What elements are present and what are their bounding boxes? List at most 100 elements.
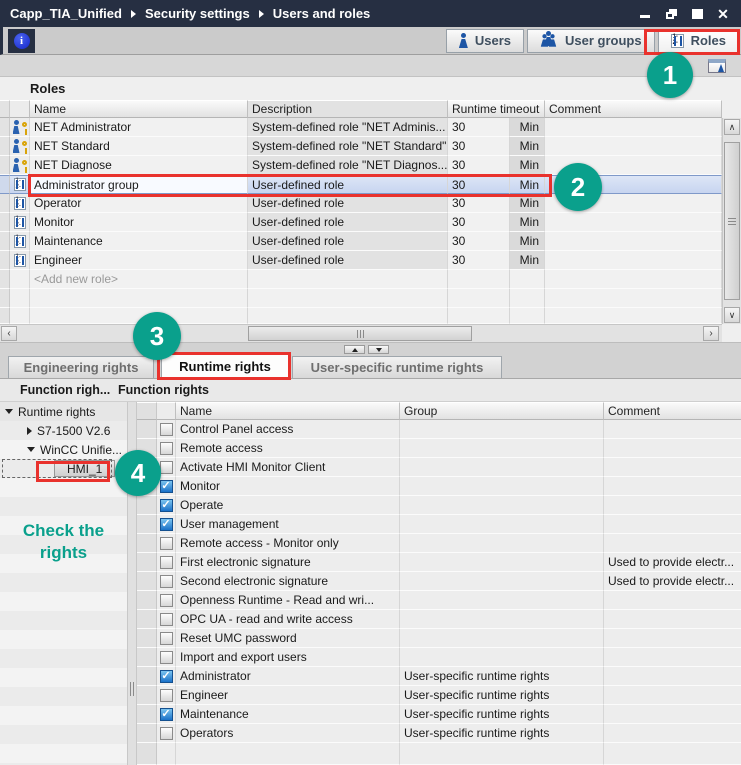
right-name-cell[interactable]: Activate HMI Monitor Client — [176, 458, 400, 477]
tab-user-specific-runtime-rights[interactable]: User-specific runtime rights — [292, 356, 502, 378]
close-button[interactable]: ✕ — [715, 7, 731, 21]
right-checkbox[interactable] — [160, 594, 173, 607]
right-checkbox[interactable] — [160, 575, 173, 588]
right-checkbox[interactable] — [160, 651, 173, 664]
right-name-cell[interactable]: First electronic signature — [176, 553, 400, 572]
column-header-runtime-timeout[interactable]: Runtime timeout — [448, 100, 545, 118]
right-checkbox[interactable] — [160, 632, 173, 645]
function-right-row[interactable]: OPC UA - read and write access — [137, 610, 741, 629]
row-gutter[interactable] — [137, 648, 157, 667]
row-gutter[interactable] — [0, 232, 10, 251]
right-name-cell[interactable]: Remote access - Monitor only — [176, 534, 400, 553]
right-name-cell[interactable]: Maintenance — [176, 705, 400, 724]
row-gutter[interactable] — [137, 667, 157, 686]
function-right-row[interactable]: Operate — [137, 496, 741, 515]
row-gutter[interactable] — [0, 194, 10, 213]
runtime-timeout-value-cell[interactable]: 30 — [448, 232, 510, 251]
role-table-row[interactable]: Operator User-defined role 30 Min — [0, 194, 722, 213]
function-right-row[interactable]: Reset UMC password — [137, 629, 741, 648]
horizontal-scroll-thumb[interactable] — [248, 326, 472, 341]
runtime-timeout-value-cell[interactable]: 30 — [448, 118, 510, 137]
role-name-cell[interactable]: NET Diagnose — [30, 156, 248, 175]
function-right-row[interactable]: Second electronic signature Used to prov… — [137, 572, 741, 591]
breadcrumb-project[interactable]: Capp_TIA_Unified — [10, 6, 122, 21]
maximize-button[interactable] — [689, 7, 705, 21]
scroll-right-button[interactable]: › — [703, 326, 719, 341]
right-name-cell[interactable]: Control Panel access — [176, 420, 400, 439]
role-description-cell[interactable]: User-defined role — [248, 232, 448, 251]
row-gutter[interactable] — [0, 137, 10, 156]
info-button[interactable]: i — [8, 29, 35, 53]
role-table-row[interactable]: Monitor User-defined role 30 Min — [0, 213, 722, 232]
horizontal-splitter[interactable] — [0, 342, 741, 355]
function-right-row[interactable]: Operators User-specific runtime rights — [137, 724, 741, 743]
role-name-cell[interactable]: Administrator group — [30, 175, 248, 194]
runtime-timeout-unit-cell[interactable]: Min — [510, 251, 545, 270]
scroll-up-button[interactable]: ∧ — [724, 119, 740, 135]
role-name-cell[interactable]: Operator — [30, 194, 248, 213]
tree-item[interactable]: S7-1500 V2.6 — [0, 421, 127, 440]
right-checkbox[interactable] — [160, 518, 173, 531]
tab-engineering-rights[interactable]: Engineering rights — [8, 356, 154, 378]
tree-expander-icon[interactable] — [27, 447, 35, 452]
runtime-timeout-unit-cell[interactable]: Min — [510, 194, 545, 213]
role-table-row[interactable]: NET Standard System-defined role "NET St… — [0, 137, 722, 156]
right-checkbox[interactable] — [160, 670, 173, 683]
right-checkbox[interactable] — [160, 556, 173, 569]
splitter-collapse-down-button[interactable] — [368, 345, 389, 354]
right-checkbox[interactable] — [160, 442, 173, 455]
right-checkbox[interactable] — [160, 708, 173, 721]
function-right-row[interactable]: Maintenance User-specific runtime rights — [137, 705, 741, 724]
right-checkbox[interactable] — [160, 499, 173, 512]
right-checkbox[interactable] — [160, 689, 173, 702]
right-name-cell[interactable]: Engineer — [176, 686, 400, 705]
right-name-cell[interactable]: Openness Runtime - Read and wri... — [176, 591, 400, 610]
right-name-cell[interactable]: Remote access — [176, 439, 400, 458]
runtime-timeout-value-cell[interactable]: 30 — [448, 213, 510, 232]
runtime-timeout-unit-cell[interactable]: Min — [510, 118, 545, 137]
right-checkbox[interactable] — [160, 613, 173, 626]
right-checkbox[interactable] — [160, 480, 173, 493]
row-gutter[interactable] — [0, 251, 10, 270]
runtime-timeout-unit-cell[interactable]: Min — [510, 213, 545, 232]
minimize-button[interactable] — [637, 7, 653, 21]
runtime-timeout-value-cell[interactable]: 30 — [448, 175, 510, 194]
runtime-timeout-unit-cell[interactable]: Min — [510, 156, 545, 175]
runtime-timeout-unit-cell[interactable]: Min — [510, 232, 545, 251]
row-gutter[interactable] — [137, 515, 157, 534]
right-name-cell[interactable]: Import and export users — [176, 648, 400, 667]
function-right-row[interactable]: Control Panel access — [137, 420, 741, 439]
role-name-cell[interactable]: Engineer — [30, 251, 248, 270]
runtime-timeout-value-cell[interactable]: 30 — [448, 194, 510, 213]
role-comment-cell[interactable] — [545, 232, 722, 251]
tab-runtime-rights[interactable]: Runtime rights — [161, 354, 289, 378]
role-description-cell[interactable]: System-defined role "NET Diagnos... — [248, 156, 448, 175]
right-name-cell[interactable]: Second electronic signature — [176, 572, 400, 591]
role-table-row[interactable]: NET Diagnose System-defined role "NET Di… — [0, 156, 722, 175]
column-header-comment[interactable]: Comment — [604, 402, 741, 420]
role-name-cell[interactable]: NET Administrator — [30, 118, 248, 137]
restore-button[interactable] — [663, 7, 679, 21]
function-right-row[interactable]: Activate HMI Monitor Client — [137, 458, 741, 477]
right-checkbox[interactable] — [160, 727, 173, 740]
scroll-down-button[interactable]: ∨ — [724, 307, 740, 323]
splitter-collapse-up-button[interactable] — [344, 345, 365, 354]
function-right-row[interactable]: First electronic signature Used to provi… — [137, 553, 741, 572]
role-comment-cell[interactable] — [545, 213, 722, 232]
role-description-cell[interactable]: User-defined role — [248, 175, 448, 194]
row-gutter[interactable] — [0, 156, 10, 175]
roles-horizontal-scrollbar[interactable]: ‹ › — [0, 324, 722, 342]
roles-button[interactable]: Roles — [658, 29, 739, 53]
breadcrumb-users-and-roles[interactable]: Users and roles — [273, 6, 371, 21]
function-right-row[interactable]: Remote access — [137, 439, 741, 458]
tree-item[interactable]: WinCC Unifie... — [0, 440, 127, 459]
row-gutter[interactable] — [137, 686, 157, 705]
runtime-timeout-unit-cell[interactable]: Min — [510, 175, 545, 194]
row-gutter[interactable] — [137, 591, 157, 610]
row-gutter[interactable] — [137, 496, 157, 515]
function-right-row[interactable]: Openness Runtime - Read and wri... — [137, 591, 741, 610]
row-gutter[interactable] — [137, 572, 157, 591]
row-gutter[interactable] — [0, 213, 10, 232]
function-right-row[interactable]: Engineer User-specific runtime rights — [137, 686, 741, 705]
column-header-group[interactable]: Group — [400, 402, 604, 420]
